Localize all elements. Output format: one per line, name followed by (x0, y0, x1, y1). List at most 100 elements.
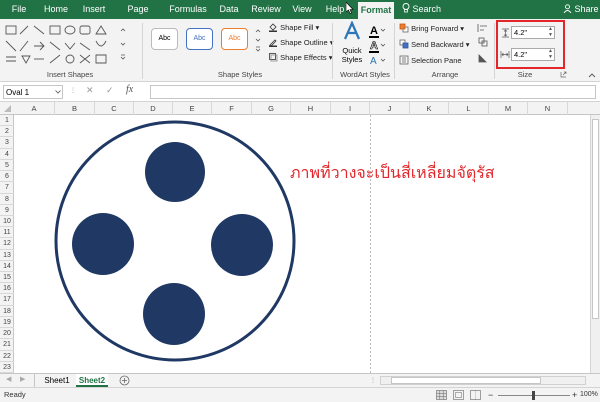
text-fill-outline-effects[interactable]: A A A (368, 23, 386, 67)
row-header[interactable]: 10 (0, 216, 14, 228)
quick-styles-label-2: Styles (341, 55, 363, 64)
dot-top-shape[interactable] (145, 142, 205, 202)
row-header[interactable]: 5 (0, 160, 14, 172)
column-header[interactable]: B (55, 102, 95, 115)
column-header[interactable]: L (449, 102, 489, 115)
row-header[interactable]: 6 (0, 171, 14, 183)
selection-pane-button[interactable]: Selection Pane (399, 54, 462, 67)
zoom-level[interactable]: 100% (580, 388, 598, 402)
zoom-slider-thumb[interactable] (532, 391, 535, 400)
row-header[interactable]: 15 (0, 272, 14, 284)
row-header[interactable]: 16 (0, 283, 14, 295)
row-header[interactable]: 18 (0, 306, 14, 317)
scroll-thumb[interactable] (592, 119, 599, 319)
row-header[interactable]: 4 (0, 149, 14, 160)
shapes-gallery[interactable] (4, 23, 116, 67)
column-header[interactable]: J (370, 102, 410, 115)
height-spinner[interactable]: ▲ ▼ (548, 26, 553, 38)
separator (494, 23, 495, 79)
bring-forward-button[interactable]: Bring Forward ▾ (399, 22, 464, 35)
cancel-icon[interactable]: ✕ (86, 85, 94, 96)
tab-split-handle[interactable]: ⋮ (370, 377, 376, 384)
column-header[interactable]: C (95, 102, 134, 115)
shape-effects-button[interactable]: Shape Effects ▾ (268, 51, 333, 64)
column-header[interactable]: K (410, 102, 449, 115)
horizontal-scroll-thumb[interactable] (391, 377, 541, 384)
row-header[interactable]: 11 (0, 227, 14, 239)
insert-function-icon[interactable]: fx (126, 84, 133, 95)
enter-icon[interactable]: ✓ (106, 85, 114, 96)
dialog-launcher-icon[interactable] (560, 71, 567, 78)
dot-right-shape[interactable] (211, 214, 273, 276)
row-header[interactable]: 9 (0, 205, 14, 216)
column-header[interactable]: M (489, 102, 528, 115)
row-header[interactable]: 21 (0, 339, 14, 351)
sheet-tab-sheet1[interactable]: Sheet1 (40, 374, 74, 387)
row-header[interactable]: 12 (0, 238, 14, 250)
tell-me-search[interactable]: Search (402, 0, 441, 19)
scroll-sheets-right-icon[interactable]: ▶ (20, 375, 25, 383)
send-backward-button[interactable]: Send Backward ▾ (399, 38, 469, 51)
shape-style-3[interactable]: Abc (221, 28, 248, 50)
shape-fill-button[interactable]: Shape Fill ▾ (268, 21, 319, 34)
shapes-scroll-arrows[interactable] (118, 25, 128, 61)
column-header[interactable]: G (252, 102, 291, 115)
quick-styles-button[interactable]: Quick Styles (338, 20, 366, 65)
styles-more-icon[interactable] (254, 27, 262, 53)
vertical-scrollbar[interactable] (590, 115, 600, 373)
tab-data[interactable]: Data (214, 0, 244, 19)
zoom-out-button[interactable]: − (488, 389, 493, 401)
shape-style-2[interactable]: Abc (186, 28, 213, 50)
column-header[interactable]: I (331, 102, 370, 115)
row-header[interactable]: 2 (0, 126, 14, 138)
normal-view-icon[interactable] (436, 390, 447, 400)
tab-file[interactable]: File (6, 0, 32, 19)
formula-drag-handle[interactable]: ⋮ (70, 87, 76, 94)
row-header[interactable]: 14 (0, 261, 14, 273)
dot-left-shape[interactable] (72, 213, 134, 275)
row-header[interactable]: 8 (0, 194, 14, 205)
tab-format[interactable]: Format (358, 0, 394, 19)
column-header[interactable]: F (212, 102, 252, 115)
tab-insert[interactable]: Insert (78, 0, 110, 19)
horizontal-scrollbar[interactable] (380, 376, 586, 385)
row-header[interactable]: 3 (0, 137, 14, 149)
align-group-rotate-icons[interactable] (476, 22, 492, 66)
page-break-preview-icon[interactable] (470, 390, 481, 400)
column-header[interactable]: A (14, 102, 55, 115)
column-header[interactable]: N (528, 102, 568, 115)
formula-input[interactable] (150, 85, 596, 99)
dot-bottom-shape[interactable] (143, 283, 205, 345)
tab-help[interactable]: Help (322, 0, 348, 19)
column-header[interactable]: E (173, 102, 212, 115)
sheet-tab-sheet2[interactable]: Sheet2 (76, 374, 108, 387)
zoom-in-button[interactable]: + (572, 389, 577, 401)
collapse-ribbon-icon[interactable] (588, 72, 596, 78)
row-header[interactable]: 22 (0, 351, 14, 362)
row-header[interactable]: 1 (0, 115, 14, 127)
row-header[interactable]: 17 (0, 294, 14, 306)
select-all-icon[interactable] (2, 104, 12, 113)
tab-home[interactable]: Home (40, 0, 72, 19)
name-box[interactable] (3, 85, 63, 99)
page-layout-view-icon[interactable] (453, 390, 464, 400)
row-header[interactable]: 19 (0, 317, 14, 329)
shape-outline-label: Shape Outline (280, 38, 328, 47)
row-header[interactable]: 7 (0, 182, 14, 194)
column-header[interactable]: D (134, 102, 173, 115)
row-header[interactable]: 13 (0, 250, 14, 261)
tab-formulas[interactable]: Formulas (168, 0, 208, 19)
scroll-sheets-left-icon[interactable]: ◀ (6, 375, 11, 383)
share-button[interactable]: Share (563, 0, 599, 19)
add-sheet-icon[interactable] (119, 375, 130, 386)
worksheet-grid[interactable]: ภาพที่วางจะเป็นสี่เหลี่ยมจัตุรัส (14, 115, 590, 373)
shape-style-1[interactable]: Abc (151, 28, 178, 50)
tab-view[interactable]: View (288, 0, 316, 19)
row-header[interactable]: 23 (0, 362, 14, 373)
column-header[interactable]: H (291, 102, 331, 115)
width-spinner[interactable]: ▲ ▼ (548, 48, 553, 60)
tab-review[interactable]: Review (248, 0, 284, 19)
tab-page-layout[interactable]: Page Layout (114, 0, 162, 33)
shape-outline-button[interactable]: Shape Outline ▾ (268, 36, 334, 49)
row-header[interactable]: 20 (0, 328, 14, 340)
